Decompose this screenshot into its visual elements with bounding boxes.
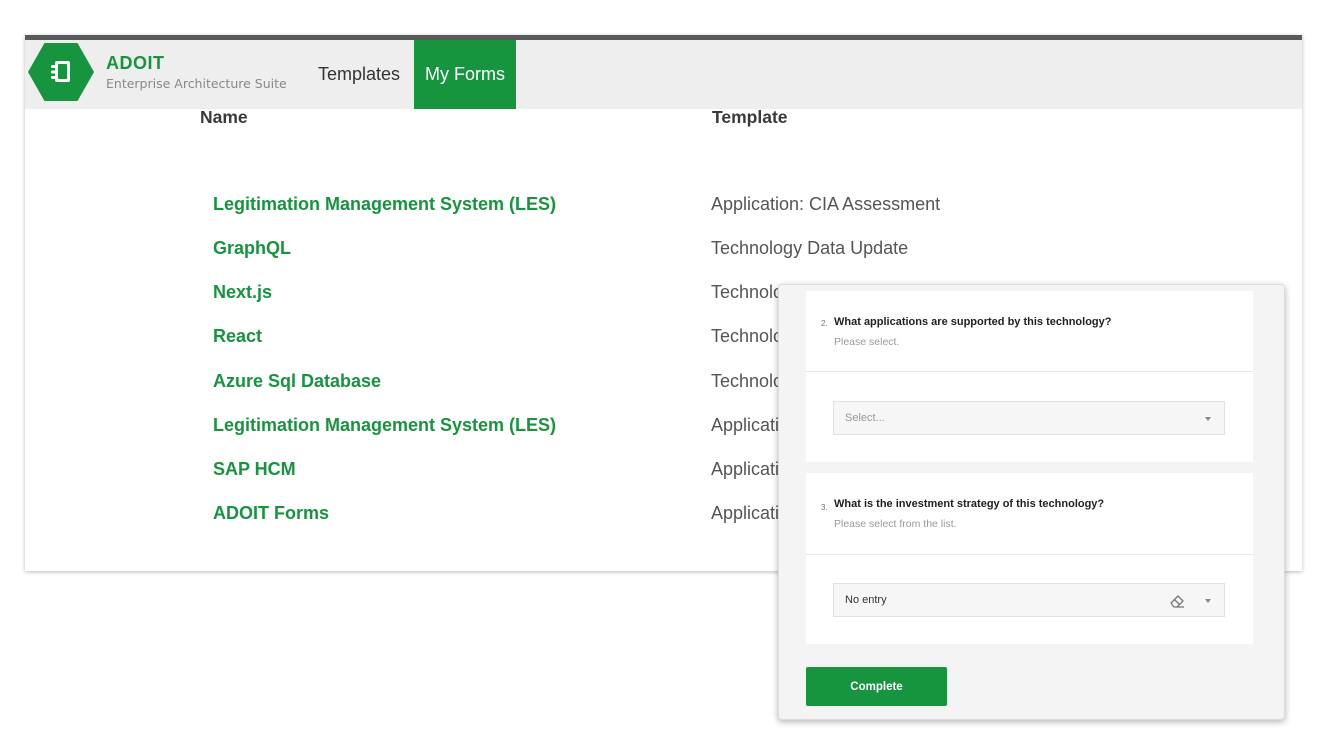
eraser-icon[interactable] — [1168, 592, 1186, 610]
question-title: What applications are supported by this … — [834, 316, 1112, 328]
applications-select[interactable]: Select... — [833, 401, 1225, 435]
form-book-icon — [51, 61, 70, 82]
form-template-cell: Applicati — [711, 459, 780, 479]
form-template-cell: Applicati — [711, 415, 780, 435]
caret-down-icon — [1205, 599, 1211, 603]
complete-button[interactable]: Complete — [806, 667, 947, 706]
form-name-link[interactable]: ADOIT Forms — [213, 503, 329, 524]
brand-subtitle: Enterprise Architecture Suite — [106, 76, 287, 91]
form-name-link[interactable]: Legitimation Management System (LES) — [213, 415, 556, 436]
tab-templates[interactable]: Templates — [307, 40, 411, 109]
column-header-template: Template — [712, 107, 788, 127]
tab-my-forms[interactable]: My Forms — [414, 40, 516, 109]
caret-down-icon — [1205, 417, 1211, 421]
question-card: 3. What is the investment strategy of th… — [806, 473, 1253, 644]
form-name-link[interactable]: Next.js — [213, 282, 272, 303]
form-name-link[interactable]: Legitimation Management System (LES) — [213, 194, 556, 215]
form-template-cell: Technolo — [711, 326, 784, 346]
question-header: 3. What is the investment strategy of th… — [806, 473, 1253, 555]
form-name-link[interactable]: React — [213, 326, 262, 347]
logo — [28, 43, 94, 101]
select-placeholder: Select... — [845, 412, 885, 424]
question-card: 2. What applications are supported by th… — [806, 291, 1253, 462]
select-value: No entry — [845, 594, 887, 606]
question-number: 3. — [821, 503, 828, 512]
column-header-name: Name — [200, 107, 248, 127]
top-bar: ADOIT Enterprise Architecture Suite Temp… — [25, 40, 1302, 109]
brand-name: ADOIT — [106, 53, 165, 73]
form-template-cell: Technolo — [711, 282, 784, 302]
form-template-cell: Technology Data Update — [711, 238, 909, 258]
question-number: 2. — [821, 319, 828, 328]
form-name-link[interactable]: SAP HCM — [213, 459, 296, 480]
question-hint: Please select from the list. — [834, 518, 957, 530]
question-title: What is the investment strategy of this … — [834, 498, 1105, 510]
form-template-cell: Technolo — [711, 371, 784, 391]
form-template-cell: Application: CIA Assessment — [711, 194, 941, 214]
form-name-link[interactable]: GraphQL — [213, 238, 291, 259]
form-template-cell: Applicati — [711, 503, 780, 523]
question-hint: Please select. — [834, 336, 900, 348]
form-panel: 2. What applications are supported by th… — [778, 284, 1285, 720]
form-name-link[interactable]: Azure Sql Database — [213, 371, 381, 392]
investment-strategy-select[interactable]: No entry — [833, 583, 1225, 617]
question-header: 2. What applications are supported by th… — [806, 291, 1253, 372]
